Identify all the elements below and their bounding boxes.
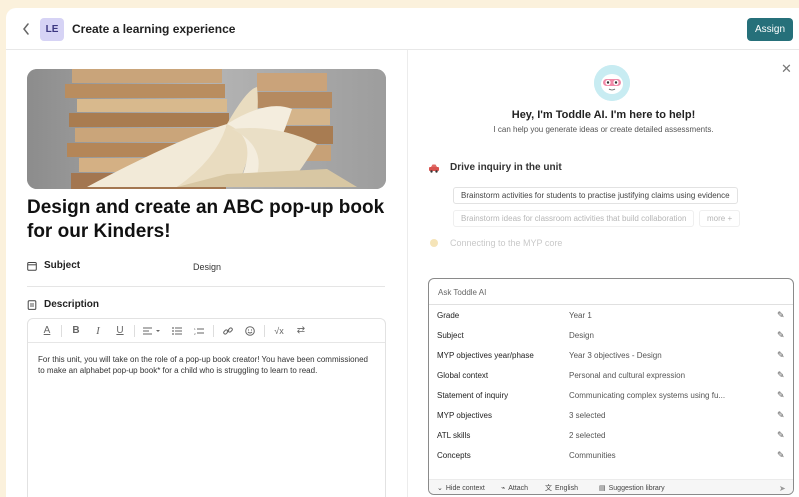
attach-label: Attach bbox=[508, 484, 529, 492]
ask-toddle-input[interactable]: Ask Toddle AI bbox=[429, 279, 793, 305]
bullet-list-icon[interactable] bbox=[166, 320, 188, 342]
document-icon bbox=[27, 299, 37, 310]
edit-icon[interactable]: ✎ bbox=[777, 450, 785, 461]
underline-icon[interactable]: U bbox=[109, 320, 131, 342]
connecting-myp-core: Connecting to the MYP core bbox=[428, 238, 562, 248]
hide-context-button[interactable]: ⌄ Hide context bbox=[437, 484, 485, 493]
context-row: Global context Personal and cultural exp… bbox=[429, 365, 793, 385]
ask-toddle-box: Ask Toddle AI Grade Year 1 ✎ Subject Des… bbox=[428, 278, 794, 495]
context-row: MYP objectives 3 selected ✎ bbox=[429, 405, 793, 425]
context-key: Global context bbox=[437, 370, 489, 380]
header: LE Create a learning experience Assign bbox=[6, 8, 799, 50]
formula-icon[interactable]: √x bbox=[268, 320, 290, 342]
context-value: 2 selected bbox=[569, 430, 606, 440]
ai-greeting: Hey, I'm Toddle AI. I'm here to help! bbox=[511, 109, 696, 121]
subject-label-row: Subject bbox=[27, 260, 80, 271]
context-value: Communities bbox=[569, 450, 616, 460]
edit-icon[interactable]: ✎ bbox=[777, 430, 785, 441]
ai-assistant-panel: ✕ Hey, I'm Toddle AI. I'm here to help! … bbox=[408, 50, 799, 497]
page-title: Create a learning experience bbox=[72, 22, 236, 36]
suggestion-library-button[interactable]: ▤ Suggestion library bbox=[599, 484, 665, 493]
toddle-bot-icon bbox=[594, 65, 630, 101]
text-color-icon[interactable]: A bbox=[36, 320, 58, 342]
context-row: ATL skills 2 selected ✎ bbox=[429, 425, 793, 445]
context-list: Grade Year 1 ✎ Subject Design ✎ MYP obje… bbox=[429, 305, 793, 465]
context-value: Year 1 bbox=[569, 310, 592, 320]
context-key: Grade bbox=[437, 310, 460, 320]
connecting-label: Connecting to the MYP core bbox=[450, 238, 563, 248]
suggestion-chip[interactable]: Brainstorm activities for students to pr… bbox=[453, 187, 738, 204]
context-key: Statement of inquiry bbox=[437, 390, 509, 400]
language-label: English bbox=[555, 484, 578, 492]
drive-inquiry-title: Drive inquiry in the unit bbox=[450, 162, 562, 173]
app-window: LE Create a learning experience Assign D… bbox=[6, 8, 799, 497]
divider bbox=[27, 286, 385, 287]
swap-icon[interactable]: ⇄ bbox=[290, 320, 312, 342]
subject-label: Subject bbox=[44, 260, 81, 271]
align-icon[interactable] bbox=[138, 320, 166, 342]
description-text[interactable]: For this unit, you will take on the role… bbox=[28, 343, 385, 376]
italic-icon[interactable]: I bbox=[87, 320, 109, 342]
bold-icon[interactable]: B bbox=[65, 320, 87, 342]
edit-icon[interactable]: ✎ bbox=[777, 330, 785, 341]
context-key: Subject bbox=[437, 330, 464, 340]
svg-text:1: 1 bbox=[194, 327, 196, 331]
description-label-row: Description bbox=[27, 299, 99, 310]
ai-subtitle: I can help you generate ideas or create … bbox=[493, 125, 714, 134]
language-button[interactable]: 文 English bbox=[545, 483, 578, 493]
context-value: Design bbox=[569, 330, 594, 340]
context-row: Statement of inquiry Communicating compl… bbox=[429, 385, 793, 405]
context-row: Concepts Communities ✎ bbox=[429, 445, 793, 465]
attach-button[interactable]: ⌁ Attach bbox=[501, 484, 529, 493]
assign-button[interactable]: Assign bbox=[747, 18, 793, 41]
context-key: MYP objectives bbox=[437, 410, 492, 420]
context-row: MYP objectives year/phase Year 3 objecti… bbox=[429, 345, 793, 365]
star-icon bbox=[430, 239, 438, 247]
suggestion-library-label: Suggestion library bbox=[608, 484, 665, 492]
drive-inquiry-heading: Drive inquiry in the unit bbox=[428, 162, 562, 173]
editor-toolbar: A B I U 12 √x ⇄ bbox=[28, 319, 385, 343]
suggestion-chip[interactable]: Brainstorm ideas for classroom activitie… bbox=[453, 210, 695, 227]
edit-icon[interactable]: ✎ bbox=[777, 390, 785, 401]
context-value: 3 selected bbox=[569, 410, 606, 420]
context-row: Subject Design ✎ bbox=[429, 325, 793, 345]
edit-icon[interactable]: ✎ bbox=[777, 310, 785, 321]
chevron-down-icon: ⌄ bbox=[437, 485, 443, 492]
description-label: Description bbox=[44, 299, 100, 310]
send-icon[interactable]: ➤ bbox=[779, 484, 786, 493]
close-icon[interactable]: ✕ bbox=[781, 61, 792, 77]
link-icon[interactable] bbox=[217, 320, 239, 342]
context-value: Year 3 objectives - Design bbox=[569, 350, 662, 360]
avatar: LE bbox=[40, 18, 64, 41]
emoji-icon[interactable] bbox=[239, 320, 261, 342]
edit-icon[interactable]: ✎ bbox=[777, 410, 785, 421]
library-icon: ▤ bbox=[599, 485, 606, 492]
more-chip[interactable]: more + bbox=[699, 210, 741, 227]
edit-icon[interactable]: ✎ bbox=[777, 350, 785, 361]
numbered-list-icon[interactable]: 12 bbox=[188, 320, 210, 342]
cover-image bbox=[27, 69, 386, 189]
car-icon bbox=[429, 164, 439, 173]
context-value: Personal and cultural expression bbox=[569, 370, 686, 380]
context-value: Communicating complex systems using fu..… bbox=[569, 390, 726, 400]
svg-text:2: 2 bbox=[194, 332, 196, 335]
ask-footer: ⌄ Hide context ⌁ Attach 文 English ▤ Sugg… bbox=[429, 479, 793, 494]
translate-icon: 文 bbox=[545, 485, 552, 492]
context-row: Grade Year 1 ✎ bbox=[429, 305, 793, 325]
left-panel: Design and create an ABC pop-up book for… bbox=[6, 50, 408, 497]
description-editor[interactable]: A B I U 12 √x ⇄ For this unit, you will … bbox=[27, 318, 386, 497]
context-key: ATL skills bbox=[437, 430, 471, 440]
hide-context-label: Hide context bbox=[445, 484, 485, 492]
chevron-left-icon[interactable] bbox=[18, 20, 34, 38]
context-key: Concepts bbox=[437, 450, 471, 460]
lesson-heading: Design and create an ABC pop-up book for… bbox=[27, 197, 385, 242]
edit-icon[interactable]: ✎ bbox=[777, 370, 785, 381]
context-key: MYP objectives year/phase bbox=[437, 350, 534, 360]
subject-value[interactable]: Design bbox=[193, 262, 221, 272]
paperclip-icon: ⌁ bbox=[501, 485, 506, 492]
calendar-icon bbox=[27, 261, 37, 271]
